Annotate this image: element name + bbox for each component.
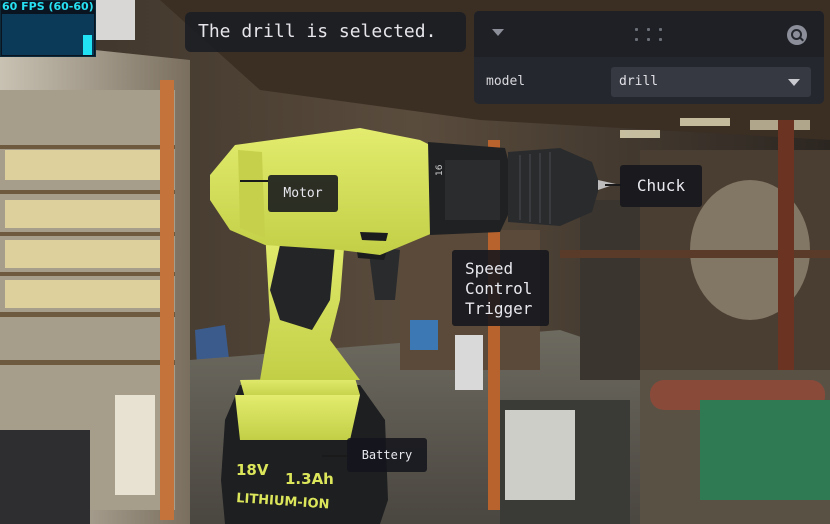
controls-panel-titlebar[interactable]	[474, 11, 824, 57]
fps-bar	[83, 35, 92, 55]
annotation-trigger-line-1: Speed	[465, 259, 514, 278]
search-icon[interactable]	[787, 25, 807, 45]
battery-capacity-print: 1.3Ah	[285, 470, 334, 488]
caret-down-icon	[788, 79, 800, 86]
chevron-down-icon[interactable]	[492, 29, 504, 36]
model-select-value: drill	[619, 74, 659, 89]
model-select[interactable]: drill	[611, 67, 811, 97]
controls-panel: model drill	[474, 11, 824, 104]
clutch-number-print: 16	[435, 164, 445, 176]
annotation-speed-control-trigger[interactable]: Speed Control Trigger	[452, 250, 549, 326]
chuck-leader-line	[605, 184, 621, 186]
annotation-battery[interactable]: Battery	[347, 438, 427, 472]
battery-leader-line	[322, 455, 348, 457]
drag-handle-icon[interactable]	[635, 28, 663, 42]
motor-leader-line	[240, 180, 268, 182]
battery-voltage-print: 18V	[236, 461, 269, 479]
annotation-motor[interactable]: Motor	[268, 175, 338, 212]
annotation-trigger-line-3: Trigger	[465, 299, 533, 318]
fps-graph	[2, 14, 94, 55]
fps-readout: 60 FPS (60-60)	[2, 0, 94, 13]
annotation-trigger-line-2: Control	[465, 279, 533, 298]
annotation-chuck[interactable]: Chuck	[620, 165, 702, 207]
fps-stats-panel[interactable]: 60 FPS (60-60)	[0, 0, 96, 57]
model-label: model	[486, 74, 526, 89]
status-message: The drill is selected.	[185, 12, 466, 52]
